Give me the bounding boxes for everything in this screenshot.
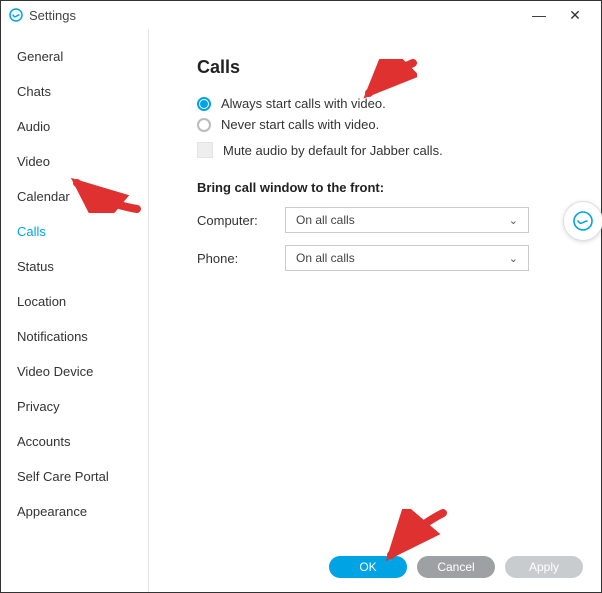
checkbox-label: Mute audio by default for Jabber calls.	[223, 143, 443, 158]
sidebar-item-accounts[interactable]: Accounts	[1, 424, 148, 459]
radio-icon	[197, 118, 211, 132]
select-row-computer: Computer: On all calls ⌄	[197, 207, 565, 233]
settings-window: Settings — ✕ General Chats Audio Video C…	[0, 0, 602, 593]
ok-button[interactable]: OK	[329, 556, 407, 578]
content-area: General Chats Audio Video Calendar Calls…	[1, 29, 601, 592]
main-panel: Calls Always start calls with video. Nev…	[149, 29, 601, 592]
app-icon	[9, 8, 23, 22]
section-bring-front: Bring call window to the front:	[197, 180, 565, 195]
checkbox-icon	[197, 142, 213, 158]
sidebar-item-calendar[interactable]: Calendar	[1, 179, 148, 214]
select-value: On all calls	[296, 213, 355, 227]
radio-icon	[197, 97, 211, 111]
minimize-button[interactable]: —	[521, 1, 557, 29]
radio-option-never[interactable]: Never start calls with video.	[197, 117, 565, 132]
panel-heading: Calls	[197, 57, 565, 78]
sidebar-item-chats[interactable]: Chats	[1, 74, 148, 109]
apply-button[interactable]: Apply	[505, 556, 583, 578]
chevron-down-icon: ⌄	[509, 252, 518, 265]
sidebar-item-calls[interactable]: Calls	[1, 214, 148, 249]
sidebar-item-location[interactable]: Location	[1, 284, 148, 319]
sidebar-item-privacy[interactable]: Privacy	[1, 389, 148, 424]
radio-label: Always start calls with video.	[221, 96, 386, 111]
sidebar-item-self-care[interactable]: Self Care Portal	[1, 459, 148, 494]
select-label-phone: Phone:	[197, 251, 285, 266]
cancel-button[interactable]: Cancel	[417, 556, 495, 578]
footer-buttons: OK Cancel Apply	[329, 556, 583, 578]
sidebar-item-general[interactable]: General	[1, 39, 148, 74]
select-phone[interactable]: On all calls ⌄	[285, 245, 529, 271]
select-row-phone: Phone: On all calls ⌄	[197, 245, 565, 271]
radio-label: Never start calls with video.	[221, 117, 379, 132]
close-button[interactable]: ✕	[557, 1, 593, 29]
sidebar: General Chats Audio Video Calendar Calls…	[1, 29, 149, 592]
select-label-computer: Computer:	[197, 213, 285, 228]
radio-option-always[interactable]: Always start calls with video.	[197, 96, 565, 111]
sidebar-item-video[interactable]: Video	[1, 144, 148, 179]
chat-bubble-icon[interactable]	[563, 201, 602, 241]
window-title: Settings	[29, 8, 76, 23]
sidebar-item-video-device[interactable]: Video Device	[1, 354, 148, 389]
select-computer[interactable]: On all calls ⌄	[285, 207, 529, 233]
chevron-down-icon: ⌄	[509, 214, 518, 227]
select-value: On all calls	[296, 251, 355, 265]
sidebar-item-status[interactable]: Status	[1, 249, 148, 284]
sidebar-item-appearance[interactable]: Appearance	[1, 494, 148, 529]
sidebar-item-audio[interactable]: Audio	[1, 109, 148, 144]
sidebar-item-notifications[interactable]: Notifications	[1, 319, 148, 354]
titlebar: Settings — ✕	[1, 1, 601, 29]
checkbox-mute-audio[interactable]: Mute audio by default for Jabber calls.	[197, 142, 565, 158]
